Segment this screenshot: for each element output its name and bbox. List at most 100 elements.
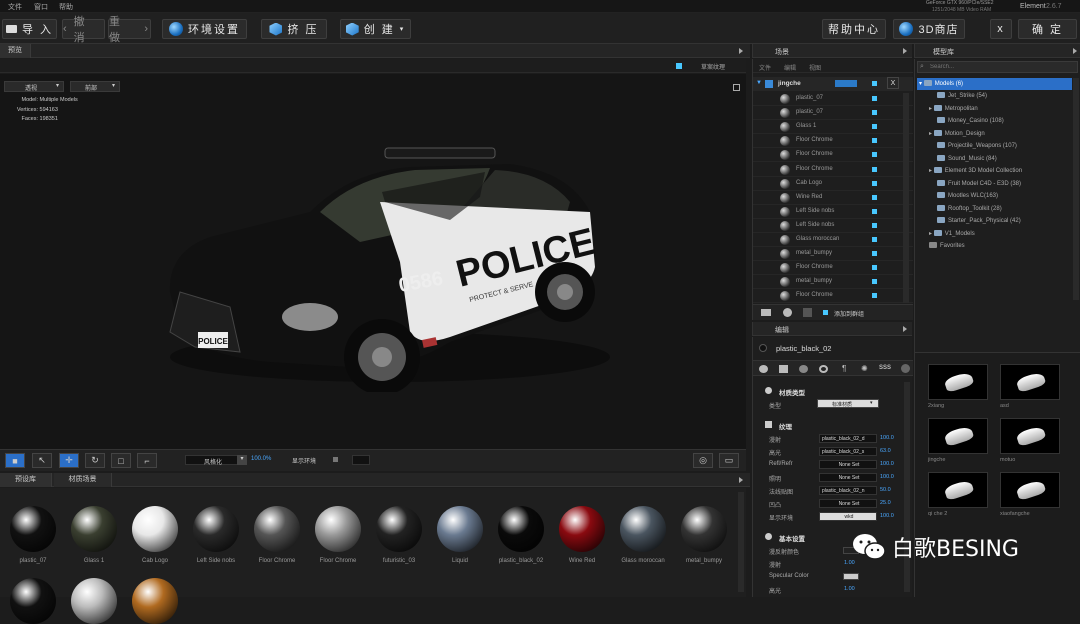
texture-field[interactable]: wkd bbox=[819, 512, 877, 521]
visible-checkbox[interactable] bbox=[872, 265, 877, 271]
scene-item[interactable]: Left Side nobs bbox=[753, 205, 913, 219]
scene-menu-view[interactable]: 视图 bbox=[809, 63, 821, 72]
scene-item[interactable]: Floor Chrome bbox=[753, 148, 913, 163]
visible-checkbox[interactable] bbox=[872, 222, 877, 228]
image-icon[interactable] bbox=[779, 365, 788, 373]
scene-item[interactable]: metal_bumpy bbox=[753, 275, 913, 290]
visible-checkbox[interactable] bbox=[872, 96, 877, 101]
redo-button[interactable]: 重 做 › bbox=[108, 16, 151, 44]
env-color-swatch[interactable] bbox=[352, 455, 370, 465]
scene-item[interactable]: Floor Chrome bbox=[753, 134, 913, 149]
maximize-icon[interactable] bbox=[733, 84, 740, 91]
expand-icon[interactable]: ▸ bbox=[929, 131, 934, 137]
model-thumbnail[interactable] bbox=[928, 364, 988, 400]
color-swatch[interactable] bbox=[843, 573, 859, 580]
material-ball[interactable] bbox=[620, 506, 666, 552]
library-folder[interactable]: Jet_Strike (54) bbox=[929, 90, 987, 102]
create-button[interactable]: 创 建 ▾ bbox=[340, 19, 411, 39]
scene-item[interactable]: Floor Chrome bbox=[753, 289, 913, 304]
scene-item[interactable]: plastic_07 bbox=[753, 106, 913, 121]
texture-field[interactable]: None Set bbox=[819, 460, 877, 469]
material-ball[interactable] bbox=[132, 506, 178, 552]
glass-icon[interactable]: ¶ bbox=[842, 364, 846, 373]
texture-amount[interactable]: 63.0 bbox=[880, 448, 891, 454]
visible-checkbox[interactable] bbox=[872, 208, 877, 214]
texture-row[interactable]: 显示环境 wkd 100.0 bbox=[767, 511, 907, 523]
library-folder[interactable]: Fruit Model C4D - E3D (38) bbox=[929, 178, 1021, 190]
library-folder[interactable]: Money_Casino (108) bbox=[929, 115, 1004, 127]
texture-row[interactable]: 法线贴图 plastic_black_02_n 50.0 bbox=[767, 485, 907, 497]
scene-item[interactable]: Left Side nobs bbox=[753, 219, 913, 233]
scene-item[interactable]: Glass 1 bbox=[753, 120, 913, 135]
visible-checkbox[interactable] bbox=[872, 180, 877, 186]
collapse-icon[interactable] bbox=[739, 48, 743, 54]
axis-icon[interactable]: ⌐ bbox=[137, 453, 157, 468]
help-center-button[interactable]: 帮助中心 bbox=[822, 19, 886, 39]
scene-item[interactable]: Floor Chrome bbox=[753, 163, 913, 177]
scene-menu-file[interactable]: 文件 bbox=[759, 63, 771, 72]
scene-menu-edit[interactable]: 编辑 bbox=[784, 63, 796, 72]
texture-amount[interactable]: 100.0 bbox=[880, 435, 894, 441]
draft-checkbox[interactable] bbox=[676, 63, 682, 69]
texture-field[interactable]: None Set bbox=[819, 473, 877, 482]
library-folder[interactable]: ▸ V1_Models bbox=[929, 228, 975, 240]
zoom-value[interactable]: 100.0% bbox=[251, 456, 271, 462]
expand-icon[interactable]: ▸ bbox=[929, 106, 934, 112]
move-icon[interactable]: ✛ bbox=[59, 453, 79, 468]
material-ball[interactable] bbox=[498, 506, 544, 552]
sss-icon[interactable]: SSS bbox=[879, 365, 891, 371]
extrude-button[interactable]: 挤 压 bbox=[261, 19, 327, 39]
expand-icon[interactable]: ▼ bbox=[756, 80, 762, 86]
tab-presets[interactable]: 预设库 bbox=[0, 473, 52, 487]
texture-amount[interactable]: 100.0 bbox=[880, 474, 894, 480]
scene-item[interactable]: Glass moroccan bbox=[753, 233, 913, 247]
library-folder[interactable]: ▸ Motion_Design bbox=[929, 128, 985, 140]
show-env-checkbox[interactable] bbox=[333, 457, 338, 462]
material-ball[interactable] bbox=[681, 506, 727, 552]
section-textures[interactable]: 纹理 bbox=[779, 421, 792, 431]
visible-checkbox[interactable] bbox=[872, 237, 877, 242]
scene-scrollbar[interactable] bbox=[903, 93, 909, 303]
section-material-type[interactable]: 材质类型 bbox=[779, 387, 805, 397]
3d-store-button[interactable]: 3D商店 bbox=[893, 19, 965, 39]
3d-viewport[interactable]: 透视 ▾ 前部 ▾ Model: Multiple Models Vertice… bbox=[0, 74, 746, 449]
folder-icon[interactable] bbox=[761, 309, 771, 316]
texture-field[interactable]: plastic_black_02_s bbox=[819, 447, 877, 456]
visible-checkbox[interactable] bbox=[872, 110, 877, 116]
model-thumbnail[interactable] bbox=[928, 472, 988, 508]
visible-checkbox[interactable] bbox=[872, 293, 877, 299]
library-favorites[interactable]: Favorites bbox=[929, 240, 965, 252]
light-icon[interactable]: ✺ bbox=[861, 364, 868, 373]
rotate-icon[interactable]: ↻ bbox=[85, 453, 105, 468]
frame-icon[interactable]: □ bbox=[111, 453, 131, 468]
library-folder[interactable]: ▸ Element 3D Model Collection bbox=[929, 165, 1022, 177]
material-ball[interactable] bbox=[71, 506, 117, 552]
collapse-icon[interactable] bbox=[1073, 48, 1077, 54]
texture-field[interactable]: plastic_black_02_d bbox=[819, 434, 877, 443]
visibility-toggle[interactable] bbox=[835, 80, 857, 87]
texture-field[interactable]: plastic_black_02_n bbox=[819, 486, 877, 495]
material-ball[interactable] bbox=[559, 506, 605, 552]
library-folder[interactable]: Mootles WLC(163) bbox=[929, 190, 998, 202]
tab-scene-materials[interactable]: 材质场景 bbox=[54, 473, 112, 487]
expand-icon[interactable]: ▸ bbox=[929, 231, 934, 237]
visible-checkbox[interactable] bbox=[872, 279, 877, 285]
style-dropdown[interactable]: 风格化 ▾ bbox=[185, 455, 247, 466]
texture-amount[interactable]: 50.0 bbox=[880, 487, 891, 493]
visible-checkbox[interactable] bbox=[872, 166, 877, 172]
library-folder[interactable]: Rooftop_Toolkit (28) bbox=[929, 203, 1002, 215]
basic-specular-color[interactable]: Specular Color bbox=[767, 571, 907, 583]
model-thumbnail[interactable] bbox=[1000, 418, 1060, 454]
tab-preview[interactable]: 预览 bbox=[0, 44, 31, 58]
camera-icon[interactable]: ■ bbox=[5, 453, 25, 468]
import-button[interactable]: 导 入 bbox=[2, 19, 57, 39]
scene-item[interactable]: Floor Chrome bbox=[753, 261, 913, 276]
basic-specular[interactable]: 高光 1.00 bbox=[767, 584, 907, 596]
material-ball[interactable] bbox=[437, 506, 483, 552]
material-ball[interactable] bbox=[132, 578, 178, 624]
collapse-icon[interactable] bbox=[739, 477, 743, 483]
visible-checkbox[interactable] bbox=[872, 152, 877, 158]
projection-dropdown[interactable]: 前部 ▾ bbox=[70, 81, 120, 92]
texture-field[interactable]: None Set bbox=[819, 499, 877, 508]
scene-root-row[interactable]: ▼ jingche X bbox=[753, 77, 913, 91]
